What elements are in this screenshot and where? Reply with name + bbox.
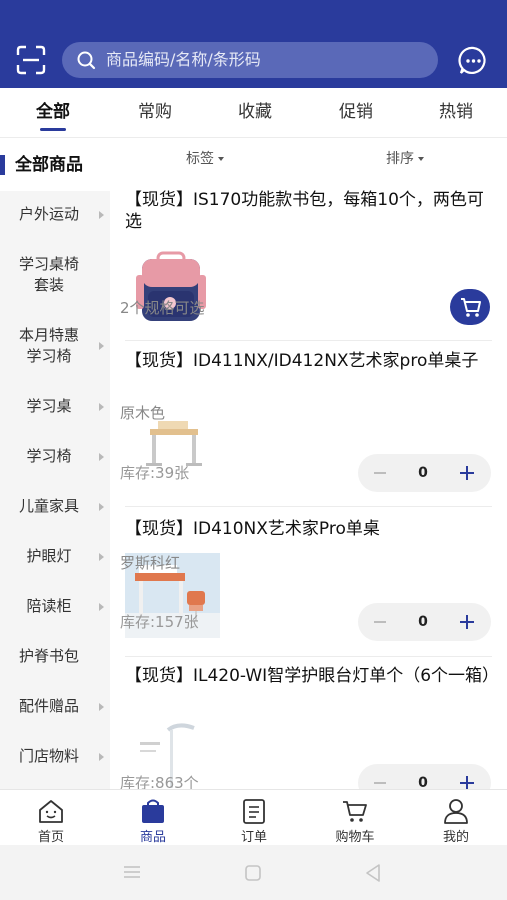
bottom-navigation: 首页 商品 订单 购物车 我的 — [0, 789, 507, 845]
decrement-button[interactable] — [374, 782, 386, 784]
quantity-value[interactable]: 0 — [408, 454, 438, 492]
chevron-right-icon — [99, 752, 104, 761]
tag-filter-label: 标签 — [186, 151, 214, 167]
nav-cart-label: 购物车 — [335, 830, 375, 845]
sidebar-item-label: 户外运动 — [18, 205, 79, 223]
tag-filter[interactable]: 标签 — [186, 139, 224, 179]
sidebar-item-schoolbag[interactable]: 护脊书包 — [0, 646, 110, 667]
decrement-button[interactable] — [374, 621, 386, 623]
order-list-icon — [243, 799, 265, 824]
caret-down-icon — [418, 157, 424, 161]
increment-button[interactable] — [460, 466, 474, 480]
nav-cart[interactable]: 购物车 — [315, 790, 395, 846]
search-icon — [77, 51, 96, 70]
nav-home[interactable]: 首页 — [11, 790, 91, 846]
product-stock: 库存:157张 — [120, 613, 199, 631]
nav-home-label: 首页 — [37, 830, 64, 845]
search-input[interactable]: 商品编码/名称/条形码 — [62, 42, 438, 78]
nav-orders[interactable]: 订单 — [214, 790, 294, 846]
tab-favorites[interactable]: 收藏 — [215, 88, 295, 138]
home-icon — [39, 800, 63, 823]
shopping-bag-icon — [142, 799, 164, 823]
increment-button[interactable] — [460, 776, 474, 790]
decrement-button[interactable] — [374, 472, 386, 474]
search-placeholder: 商品编码/名称/条形码 — [106, 50, 261, 69]
person-icon — [444, 799, 468, 824]
chevron-right-icon — [99, 552, 104, 561]
sidebar-item-label: 学习桌 — [26, 397, 72, 415]
sidebar-item-desk-chair-set[interactable]: 学习桌椅 套装 — [0, 254, 110, 296]
chevron-right-icon — [99, 702, 104, 711]
sidebar-item-desk[interactable]: 学习桌 — [0, 396, 110, 417]
nav-orders-label: 订单 — [240, 830, 267, 845]
nav-products-label: 商品 — [139, 830, 166, 845]
chevron-right-icon — [99, 342, 104, 350]
product-title[interactable]: 【现货】ID410NX艺术家Pro单桌 — [125, 518, 495, 540]
chevron-right-icon — [99, 452, 104, 461]
top-header: 商品编码/名称/条形码 — [0, 0, 507, 88]
divider — [125, 340, 492, 341]
active-indicator — [0, 155, 5, 175]
product-variant: 原木色 — [120, 404, 166, 422]
sort-filter[interactable]: 排序 — [386, 139, 424, 179]
active-tab-indicator — [40, 128, 66, 131]
tab-hot[interactable]: 热销 — [416, 88, 496, 138]
sidebar-item-store-materials[interactable]: 门店物料 — [0, 746, 110, 767]
product-title[interactable]: 【现货】ID411NX/ID412NX艺术家pro单桌子 — [125, 350, 495, 372]
cart-icon — [343, 801, 367, 822]
sidebar-item-label: 护眼灯 — [26, 547, 72, 565]
divider — [125, 656, 492, 657]
increment-button[interactable] — [460, 615, 474, 629]
back-icon[interactable] — [364, 863, 382, 883]
chevron-right-icon — [99, 602, 104, 611]
category-tabs: 全部 常购 收藏 促销 热销 — [0, 88, 507, 138]
sidebar-item-label: 配件赠品 — [18, 697, 79, 715]
quantity-value[interactable]: 0 — [408, 603, 438, 641]
sidebar-item-label: 学习桌椅 套装 — [18, 255, 79, 294]
home-button-icon[interactable] — [244, 864, 262, 882]
sidebar-item-eye-lamp[interactable]: 护眼灯 — [0, 546, 110, 567]
sidebar-item-label: 护脊书包 — [18, 647, 79, 665]
product-stock: 库存:39张 — [120, 464, 190, 482]
chevron-right-icon — [99, 502, 104, 511]
add-to-cart-button[interactable] — [450, 289, 490, 325]
product-spec-count: 2个规格可选 — [120, 299, 205, 317]
sidebar-item-cabinet[interactable]: 陪读柜 — [0, 596, 110, 617]
sidebar-item-label: 儿童家具 — [18, 497, 79, 515]
quantity-stepper: 0 — [358, 454, 491, 492]
sidebar-heading-label: 全部商品 — [15, 155, 83, 175]
sidebar-item-label: 本月特惠 学习椅 — [18, 326, 79, 365]
quantity-stepper: 0 — [358, 603, 491, 641]
message-icon[interactable] — [458, 45, 489, 76]
sidebar-item-kids-furniture[interactable]: 儿童家具 — [0, 496, 110, 517]
sidebar-item-monthly-special[interactable]: 本月特惠 学习椅 — [0, 325, 110, 367]
system-navigation-bar — [0, 845, 507, 900]
menu-icon[interactable] — [122, 864, 142, 880]
product-title[interactable]: 【现货】IS170功能款书包，每箱10个，两色可选 — [125, 189, 495, 233]
sidebar-item-label: 门店物料 — [18, 747, 79, 765]
product-variant: 罗斯科红 — [120, 554, 181, 572]
divider — [125, 506, 492, 507]
cart-icon — [461, 298, 481, 317]
chevron-right-icon — [99, 210, 104, 219]
chevron-right-icon — [99, 402, 104, 411]
sidebar-item-label: 陪读柜 — [26, 597, 72, 615]
tab-promotion[interactable]: 促销 — [316, 88, 396, 138]
nav-products[interactable]: 商品 — [113, 790, 193, 846]
sidebar-item-accessories[interactable]: 配件赠品 — [0, 696, 110, 717]
scan-icon[interactable] — [16, 45, 46, 75]
sidebar-item-chair[interactable]: 学习椅 — [0, 446, 110, 467]
product-title[interactable]: 【现货】IL420-WI智学护眼台灯单个（6个一箱） — [125, 665, 499, 687]
tab-frequent[interactable]: 常购 — [115, 88, 195, 138]
sidebar-heading[interactable]: 全部商品 — [0, 139, 110, 191]
sort-filter-label: 排序 — [386, 151, 414, 167]
nav-profile[interactable]: 我的 — [416, 790, 496, 846]
caret-down-icon — [218, 157, 224, 161]
sidebar-item-label: 学习椅 — [26, 447, 72, 465]
sidebar-item-outdoor[interactable]: 户外运动 — [0, 204, 110, 225]
nav-profile-label: 我的 — [442, 830, 469, 845]
